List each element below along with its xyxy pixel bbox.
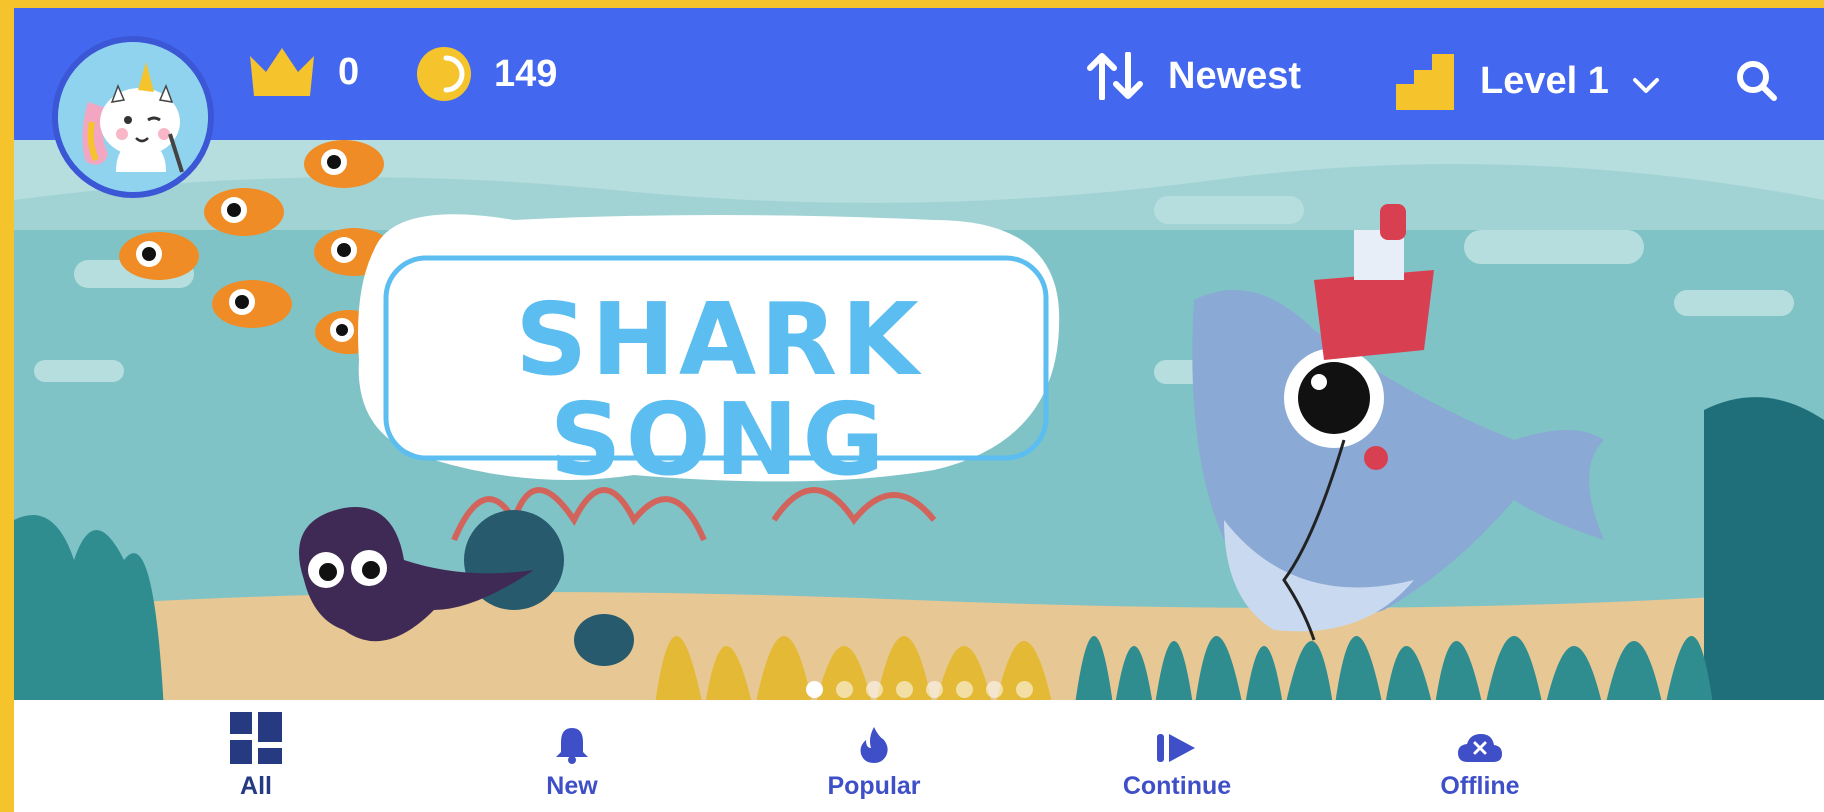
tab-label: All bbox=[240, 772, 272, 800]
coin-count: 149 bbox=[494, 52, 558, 95]
carousel-dot[interactable] bbox=[805, 681, 823, 698]
flame-icon bbox=[860, 727, 888, 763]
tab-label: New bbox=[546, 772, 598, 800]
sort-arrows-icon bbox=[1087, 52, 1143, 100]
carousel-pager bbox=[14, 681, 1824, 698]
crown-count: 0 bbox=[338, 50, 360, 93]
carousel-dot[interactable] bbox=[865, 681, 883, 698]
tab-popular[interactable]: Popular bbox=[794, 708, 954, 801]
level-selector[interactable]: Level 1 bbox=[1396, 52, 1661, 110]
carousel-dot[interactable] bbox=[1015, 681, 1033, 698]
tab-offline[interactable]: Offline bbox=[1400, 708, 1560, 801]
tab-label: Offline bbox=[1440, 772, 1520, 800]
level-label: Level 1 bbox=[1480, 59, 1609, 102]
coin-counter: 149 bbox=[416, 46, 557, 102]
tab-new[interactable]: New bbox=[492, 708, 652, 801]
profile-avatar[interactable] bbox=[52, 36, 214, 198]
carousel-dot[interactable] bbox=[925, 681, 943, 698]
resume-icon bbox=[1157, 734, 1195, 762]
stairs-icon bbox=[1396, 54, 1454, 110]
sort-button[interactable]: Newest bbox=[1086, 52, 1301, 100]
grid-icon bbox=[230, 712, 282, 764]
unicorn-avatar-image bbox=[58, 42, 208, 192]
coin-icon bbox=[417, 47, 471, 101]
search-button[interactable] bbox=[1736, 60, 1778, 107]
carousel-dot[interactable] bbox=[955, 681, 973, 698]
tab-label: Popular bbox=[827, 772, 921, 800]
crown-icon bbox=[250, 48, 314, 96]
banner-title: SHARK SONG bbox=[515, 281, 923, 498]
bell-icon bbox=[556, 728, 588, 764]
sort-label: Newest bbox=[1168, 54, 1302, 97]
chevron-down-icon bbox=[1632, 78, 1659, 93]
crown-counter: 0 bbox=[248, 46, 359, 98]
app-frame: 0 149 Newest Level 1 SHARK SONG All New … bbox=[14, 8, 1824, 812]
tab-all[interactable]: All bbox=[176, 708, 336, 801]
tab-continue[interactable]: Continue bbox=[1097, 708, 1257, 801]
featured-banner[interactable]: SHARK SONG bbox=[14, 140, 1824, 712]
carousel-dot[interactable] bbox=[985, 681, 1003, 698]
search-icon bbox=[1737, 61, 1777, 101]
cloud-offline-icon bbox=[1458, 734, 1502, 762]
carousel-dot[interactable] bbox=[895, 681, 913, 698]
top-bar: 0 149 Newest Level 1 bbox=[14, 8, 1824, 140]
tab-label: Continue bbox=[1122, 772, 1232, 800]
category-tab-bar: All New Popular Continue Offline bbox=[14, 700, 1824, 812]
carousel-dot[interactable] bbox=[835, 681, 853, 698]
